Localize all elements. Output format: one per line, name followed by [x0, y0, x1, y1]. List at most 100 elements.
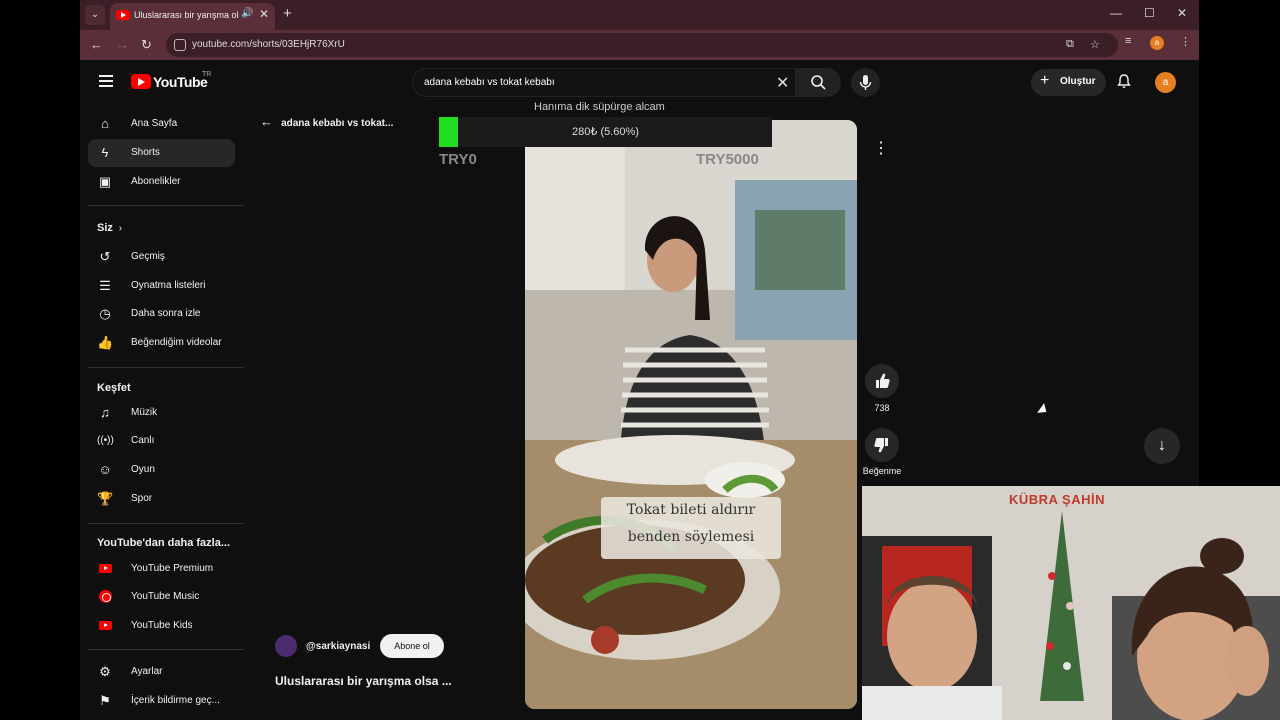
you-heading-text: Siz: [97, 222, 113, 234]
create-button[interactable]: + Oluştur: [1031, 69, 1106, 96]
menu-icon[interactable]: [99, 75, 113, 90]
search-input[interactable]: adana kebabı vs tokat kebabı ✕: [412, 68, 796, 97]
dislike-button[interactable]: [865, 428, 899, 462]
channel-avatar[interactable]: [275, 635, 297, 657]
sidebar-item-label: YouTube Premium: [131, 563, 214, 574]
minimize-icon[interactable]: —: [1110, 6, 1122, 20]
caption-line-1: Tokat bileti aldırır: [626, 502, 756, 518]
url-text: youtube.com/shorts/03EHjR76XrU: [192, 39, 345, 50]
more-options-icon[interactable]: ⋮: [869, 137, 893, 161]
sidebar-item-liked-videos[interactable]: 👍 Beğendiğim videolar: [88, 329, 235, 357]
close-window-icon[interactable]: ✕: [1177, 6, 1187, 20]
clear-search-icon[interactable]: ✕: [776, 73, 789, 93]
sidebar-item-label: İçerik bildirme geç...: [131, 695, 220, 706]
thumb-up-icon: [876, 373, 890, 388]
thumb-down-icon: [874, 438, 888, 453]
media-controls-icon[interactable]: ≡: [1125, 35, 1131, 47]
browser-tab-active[interactable]: Uluslararası bir yarışma olsa 🔊 ✕: [110, 3, 275, 30]
like-button[interactable]: [865, 364, 899, 398]
shorts-back-button[interactable]: ← adana kebabı vs tokat...: [260, 113, 393, 131]
youtube-premium-icon: [99, 564, 112, 573]
sidebar-item-youtube-kids[interactable]: YouTube Kids: [88, 612, 235, 640]
profile-avatar[interactable]: a: [1150, 36, 1164, 50]
sidebar-item-label: Oynatma listeleri: [131, 280, 206, 291]
back-arrow-icon[interactable]: ←: [90, 37, 103, 52]
donation-goal-text: Hanıma dik süpürge alcam: [534, 101, 665, 113]
home-icon: ⌂: [101, 116, 109, 131]
music-icon: ♫: [100, 405, 110, 420]
sidebar-item-gaming[interactable]: ☺ Oyun: [88, 456, 235, 484]
new-tab-button[interactable]: +: [283, 5, 292, 22]
sidebar-item-playlists[interactable]: ☰ Oynatma listeleri: [88, 272, 235, 300]
reload-icon[interactable]: ↻: [141, 37, 152, 53]
plus-icon: +: [1040, 72, 1050, 89]
sidebar-item-label: Oyun: [131, 464, 155, 475]
create-label: Oluştur: [1060, 76, 1096, 87]
game-icon: ☺: [98, 462, 112, 477]
short-title[interactable]: Uluslararası bir yarışma olsa ...: [275, 674, 452, 688]
microphone-icon: [859, 75, 872, 90]
history-icon: ↺: [99, 249, 111, 264]
webcam-name-banner: KÜBRA ŞAHİN: [1008, 492, 1106, 507]
browser-menu-icon[interactable]: ⋮: [1180, 35, 1191, 48]
browser-toolbar: ← → ↻ youtube.com/shorts/03EHjR76XrU ⧉ ☆…: [80, 30, 1199, 60]
sidebar-more-heading: YouTube'dan daha fazla...: [97, 537, 230, 549]
search-button[interactable]: [796, 68, 841, 97]
live-icon: ((•)): [97, 435, 114, 446]
sidebar-divider: [88, 205, 244, 206]
sidebar-item-shorts[interactable]: ϟ Shorts: [88, 139, 235, 167]
sidebar-item-subscriptions[interactable]: ▣ Abonelikler: [88, 168, 235, 196]
sidebar-item-label: Ayarlar: [131, 666, 163, 677]
sidebar-item-home[interactable]: ⌂ Ana Sayfa: [88, 110, 235, 138]
speaker-icon[interactable]: 🔊: [241, 8, 253, 19]
sidebar-item-label: Spor: [131, 493, 153, 504]
back-arrow-icon: ←: [260, 114, 277, 129]
sidebar-item-report-history[interactable]: ⚑ İçerik bildirme geç...: [88, 687, 235, 715]
playlist-icon: ☰: [99, 278, 111, 293]
trophy-icon: 🏆: [97, 491, 114, 506]
youtube-logo-text[interactable]: YouTube: [153, 74, 208, 90]
bookmark-star-icon[interactable]: ☆: [1090, 38, 1100, 51]
shorts-video-player[interactable]: Tokat bileti aldırır benden söylemesi: [525, 120, 857, 709]
subscribe-button[interactable]: Abone ol: [380, 634, 444, 658]
sidebar-item-watch-later[interactable]: ◷ Daha sonra izle: [88, 300, 235, 328]
maximize-icon[interactable]: ☐: [1144, 6, 1155, 20]
tab-search-button[interactable]: ⌄: [85, 5, 105, 25]
channel-name[interactable]: @sarkiaynasi: [306, 641, 370, 652]
sidebar-item-youtube-music[interactable]: YouTube Music: [88, 583, 235, 611]
caption-line-2: benden söylemesi: [627, 529, 755, 545]
forward-arrow-icon[interactable]: →: [116, 37, 129, 52]
sidebar-item-youtube-premium[interactable]: YouTube Premium: [88, 555, 235, 583]
tab-close-icon[interactable]: ✕: [259, 7, 269, 21]
install-app-icon[interactable]: ⧉: [1066, 38, 1074, 51]
thumb-up-icon: 👍: [97, 335, 114, 350]
clock-icon: ◷: [99, 306, 111, 321]
shorts-query-text: adana kebabı vs tokat...: [281, 118, 394, 129]
sidebar-item-live[interactable]: ((•)) Canlı: [88, 427, 235, 455]
youtube-favicon-icon: [116, 10, 130, 20]
donation-progress-bar: 280₺ (5.60%): [439, 117, 772, 147]
settings-icon: ⚙: [99, 664, 111, 679]
notifications-bell-icon[interactable]: [1116, 73, 1132, 89]
sidebar-item-label: Shorts: [131, 147, 160, 158]
mouse-cursor-icon: [1037, 403, 1050, 417]
sidebar-item-history[interactable]: ↺ Geçmiş: [88, 243, 235, 271]
next-short-button[interactable]: ↓: [1144, 428, 1180, 464]
tab-bar: ⌄ Uluslararası bir yarışma olsa 🔊 ✕ + — …: [80, 0, 1199, 30]
like-count: 738: [874, 403, 890, 413]
sidebar-item-settings[interactable]: ⚙ Ayarlar: [88, 658, 235, 686]
sidebar-item-label: YouTube Music: [131, 591, 200, 602]
address-bar[interactable]: youtube.com/shorts/03EHjR76XrU ⧉ ☆: [166, 33, 1118, 57]
voice-search-button[interactable]: [851, 68, 880, 97]
sidebar-item-label: Geçmiş: [131, 251, 165, 262]
sidebar-item-label: Daha sonra izle: [131, 308, 201, 319]
youtube-logo-icon[interactable]: [131, 74, 151, 89]
sidebar-item-music[interactable]: ♫ Müzik: [88, 399, 235, 427]
flag-icon: ⚑: [99, 693, 111, 708]
sidebar-item-sports[interactable]: 🏆 Spor: [88, 485, 235, 513]
user-avatar[interactable]: a: [1155, 72, 1176, 93]
site-info-icon[interactable]: [174, 39, 186, 51]
chevron-right-icon: ›: [115, 223, 123, 234]
sidebar-you-heading[interactable]: Siz ›: [97, 222, 122, 234]
sidebar-divider: [88, 649, 244, 650]
